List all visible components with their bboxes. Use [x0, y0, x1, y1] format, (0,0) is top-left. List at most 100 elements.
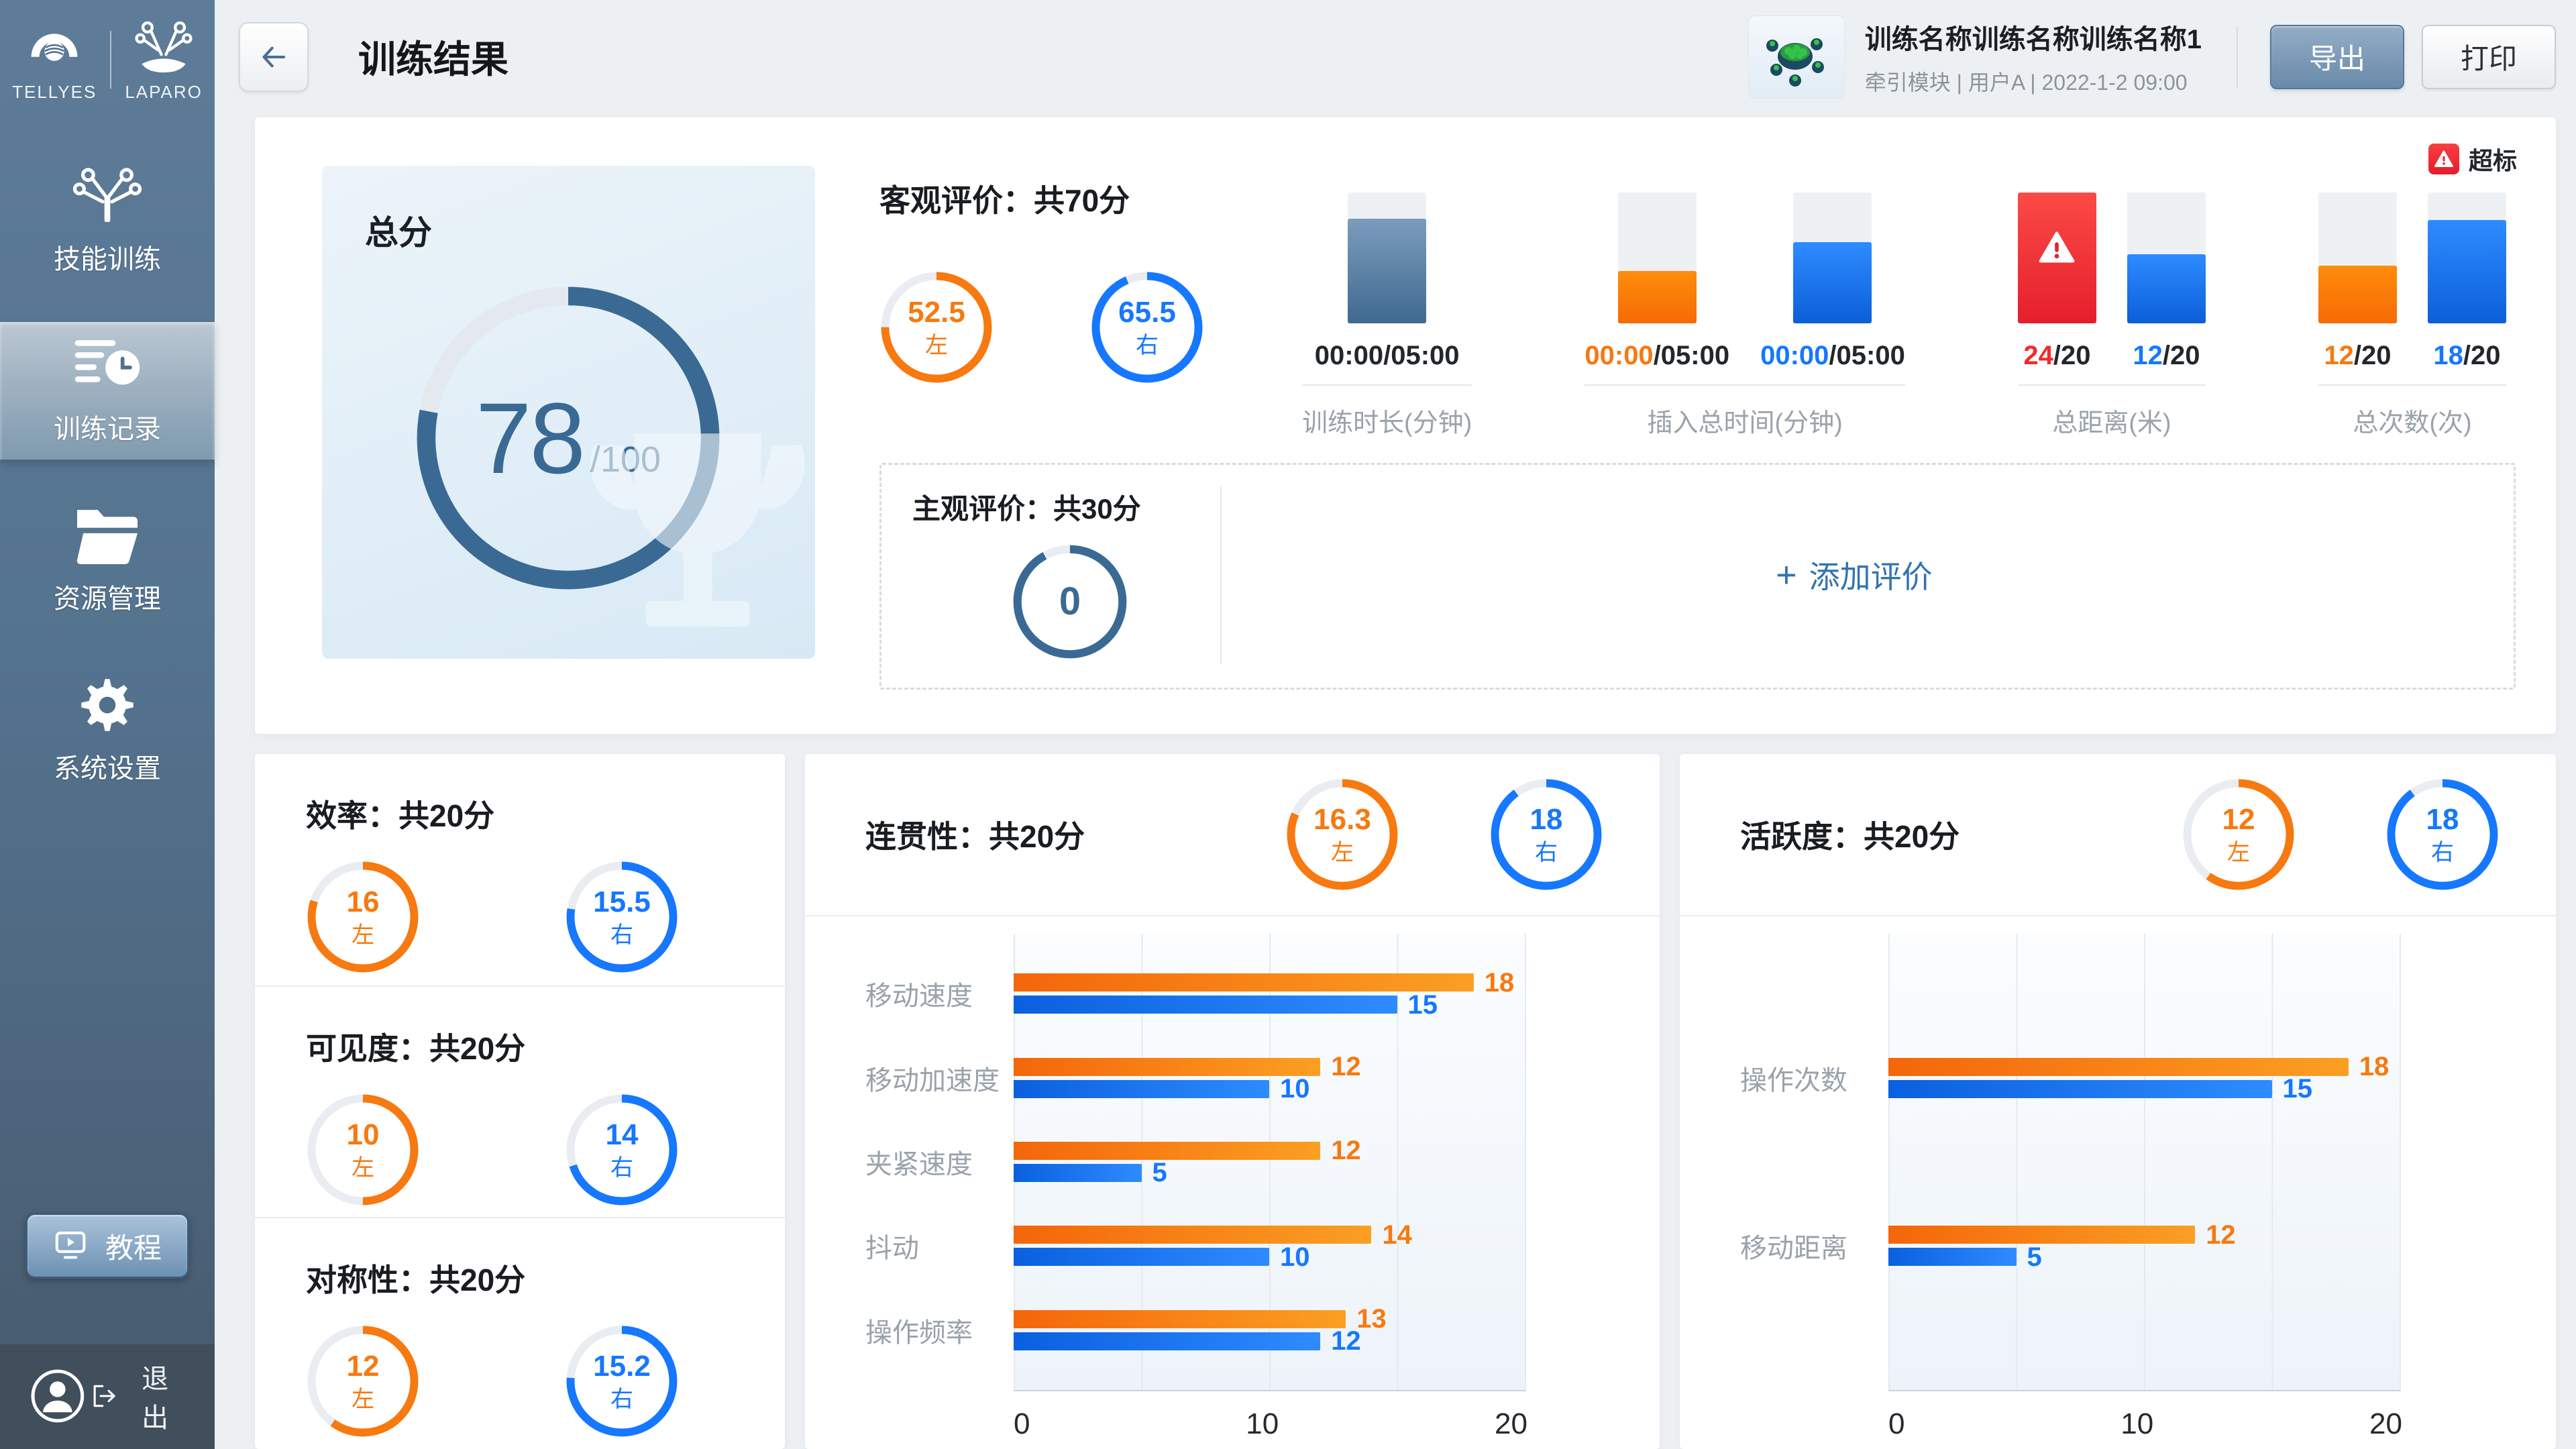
progress-ring: 12左	[306, 1324, 420, 1438]
metric-group: 12/20 18/20 总次数(次)	[2318, 193, 2506, 439]
metric-value: 12/20	[2324, 341, 2391, 371]
bar-left	[1014, 1142, 1320, 1160]
bar-left	[1888, 1058, 2349, 1076]
bar-right-value: 15	[2283, 1075, 2313, 1102]
chart-x-axis: 01020	[1014, 1407, 1527, 1441]
chart-category-label: 移动速度	[865, 974, 1014, 1013]
metric-bar	[1618, 193, 1697, 323]
plus-icon: +	[1776, 554, 1797, 596]
account-bar: 退出	[0, 1343, 215, 1449]
score-section: 对称性：共20分12左15.2右	[255, 1217, 785, 1448]
metric-value: 00:00/05:00	[1585, 341, 1729, 371]
overview-card: 超标 总分 78/100 客观评价：共70分 52.5左65.5右	[255, 117, 2556, 734]
progress-ring: 18右	[2385, 777, 2500, 892]
user-icon	[30, 1367, 86, 1425]
brand: TELLYES LAPARO	[0, 0, 215, 103]
bar-right-value: 10	[1280, 1244, 1310, 1271]
bar-right-value: 12	[1331, 1328, 1361, 1354]
brand-divider	[110, 31, 111, 89]
bar-right	[1014, 996, 1397, 1014]
bar-chart: 操作次数1815移动距离12501020	[1740, 934, 2556, 1441]
sidebar-item-label: 技能训练	[54, 237, 161, 276]
module-image	[1756, 21, 1837, 93]
chart-title: 连贯性：共20分	[865, 812, 1285, 857]
metric-name: 总距离(米)	[2018, 402, 2206, 439]
warning-icon	[2037, 229, 2076, 266]
subjective-panel: 主观评价：共30分 0 + 添加评价	[879, 463, 2516, 690]
bar-right-value: 5	[1152, 1159, 1167, 1186]
folder-icon	[72, 506, 142, 565]
records-icon	[72, 336, 142, 395]
bar-right	[1014, 1332, 1320, 1350]
metric-bar	[1793, 193, 1872, 323]
chart-row: 移动距离125	[1740, 1222, 2556, 1270]
chart-row: 移动速度1815	[865, 969, 1660, 1018]
metric-name: 训练时长(分钟)	[1302, 402, 1472, 439]
bar-right	[1888, 1080, 2272, 1098]
content: 超标 总分 78/100 客观评价：共70分 52.5左65.5右	[215, 113, 2576, 1449]
sidebar-nav: 技能训练训练记录资源管理系统设置	[0, 120, 215, 799]
axis-tick: 0	[1888, 1407, 1904, 1441]
sidebar-item-resource-management[interactable]: 资源管理	[0, 492, 215, 629]
tellyes-logo-icon	[23, 19, 85, 76]
progress-ring: 16左	[306, 860, 420, 974]
metric-value: 00:00/05:00	[1315, 341, 1460, 371]
print-button[interactable]: 打印	[2422, 25, 2556, 89]
add-review-button[interactable]: + 添加评价	[1222, 486, 2487, 663]
sidebar-item-label: 系统设置	[54, 747, 161, 786]
chart-row: 夹紧速度125	[865, 1138, 1660, 1186]
metric-group: 00:00/05:00 训练时长(分钟)	[1302, 193, 1472, 439]
page-header: 训练结果 训练名称训练名称训练名称1 牵引模块 | 用户A | 2022-1-2…	[215, 0, 2576, 113]
sidebar: TELLYES LAPARO 技能训练训练记录资源管理系统设置 教程 退出	[0, 0, 215, 1449]
metric-name: 总次数(次)	[2318, 402, 2506, 439]
axis-tick: 20	[2369, 1407, 2402, 1441]
bar-left	[1014, 1226, 1371, 1244]
axis-tick: 10	[1246, 1407, 1279, 1441]
score-summary-card: 效率：共20分16左15.5右可见度：共20分10左14右对称性：共20分12左…	[255, 754, 785, 1449]
warning-icon	[2428, 144, 2459, 174]
laparo-logo: LAPARO	[125, 19, 203, 103]
progress-ring: 52.5左	[879, 270, 994, 384]
sidebar-item-skill-training[interactable]: 技能训练	[0, 152, 215, 290]
sidebar-item-training-records[interactable]: 训练记录	[0, 322, 215, 460]
main-area: 训练结果 训练名称训练名称训练名称1 牵引模块 | 用户A | 2022-1-2…	[215, 0, 2576, 1449]
metric-value: 18/20	[2433, 341, 2500, 371]
back-button[interactable]	[239, 22, 309, 92]
chart-x-axis: 01020	[1888, 1407, 2402, 1441]
session-info: 训练名称训练名称训练名称1 牵引模块 | 用户A | 2022-1-2 09:0…	[1748, 15, 2202, 99]
tutorial-button[interactable]: 教程	[25, 1213, 189, 1279]
logout-button[interactable]: 退出	[86, 1356, 185, 1436]
coherence-chart-card: 连贯性：共20分16.3左18右移动速度1815移动加速度1210夹紧速度125…	[805, 754, 1660, 1449]
page-title: 训练结果	[358, 30, 508, 84]
progress-ring: 0	[1012, 543, 1128, 660]
bar-left	[1014, 1058, 1320, 1076]
progress-ring: 18右	[1489, 777, 1603, 892]
score-section-title: 可见度：共20分	[306, 1024, 785, 1069]
score-section-title: 对称性：共20分	[306, 1256, 785, 1300]
export-button[interactable]: 导出	[2270, 25, 2404, 89]
sidebar-item-label: 训练记录	[54, 407, 161, 446]
tutorial-label: 教程	[105, 1226, 162, 1267]
chart-category-label: 抖动	[865, 1226, 1014, 1265]
bar-right-value: 10	[1280, 1075, 1310, 1102]
avatar[interactable]	[30, 1367, 86, 1425]
chart-row: 操作频率1312	[865, 1306, 1660, 1354]
header-divider	[2237, 26, 2238, 88]
chart-row: 操作次数1815	[1740, 1054, 2556, 1102]
tellyes-logo: TELLYES	[12, 19, 97, 103]
metric-bar	[2127, 193, 2206, 323]
bar-left-value: 12	[2206, 1222, 2236, 1248]
activity-chart-card: 活跃度：共20分12左18右操作次数1815移动距离12501020	[1680, 754, 2556, 1449]
chart-category-label: 操作次数	[1740, 1059, 1888, 1097]
laparo-logo-icon	[133, 19, 195, 76]
objective-title: 客观评价：共70分	[879, 176, 1282, 221]
brand-name-right: LAPARO	[125, 82, 203, 103]
bar-left-value: 12	[1331, 1053, 1361, 1080]
sidebar-item-system-settings[interactable]: 系统设置	[0, 661, 215, 799]
axis-tick: 20	[1495, 1407, 1527, 1441]
back-arrow-icon	[254, 38, 293, 76]
bar-left	[1014, 1310, 1346, 1328]
score-section: 效率：共20分16左15.5右	[255, 754, 785, 985]
metric-value: 24/20	[2023, 341, 2090, 371]
progress-ring: 10左	[306, 1093, 420, 1207]
